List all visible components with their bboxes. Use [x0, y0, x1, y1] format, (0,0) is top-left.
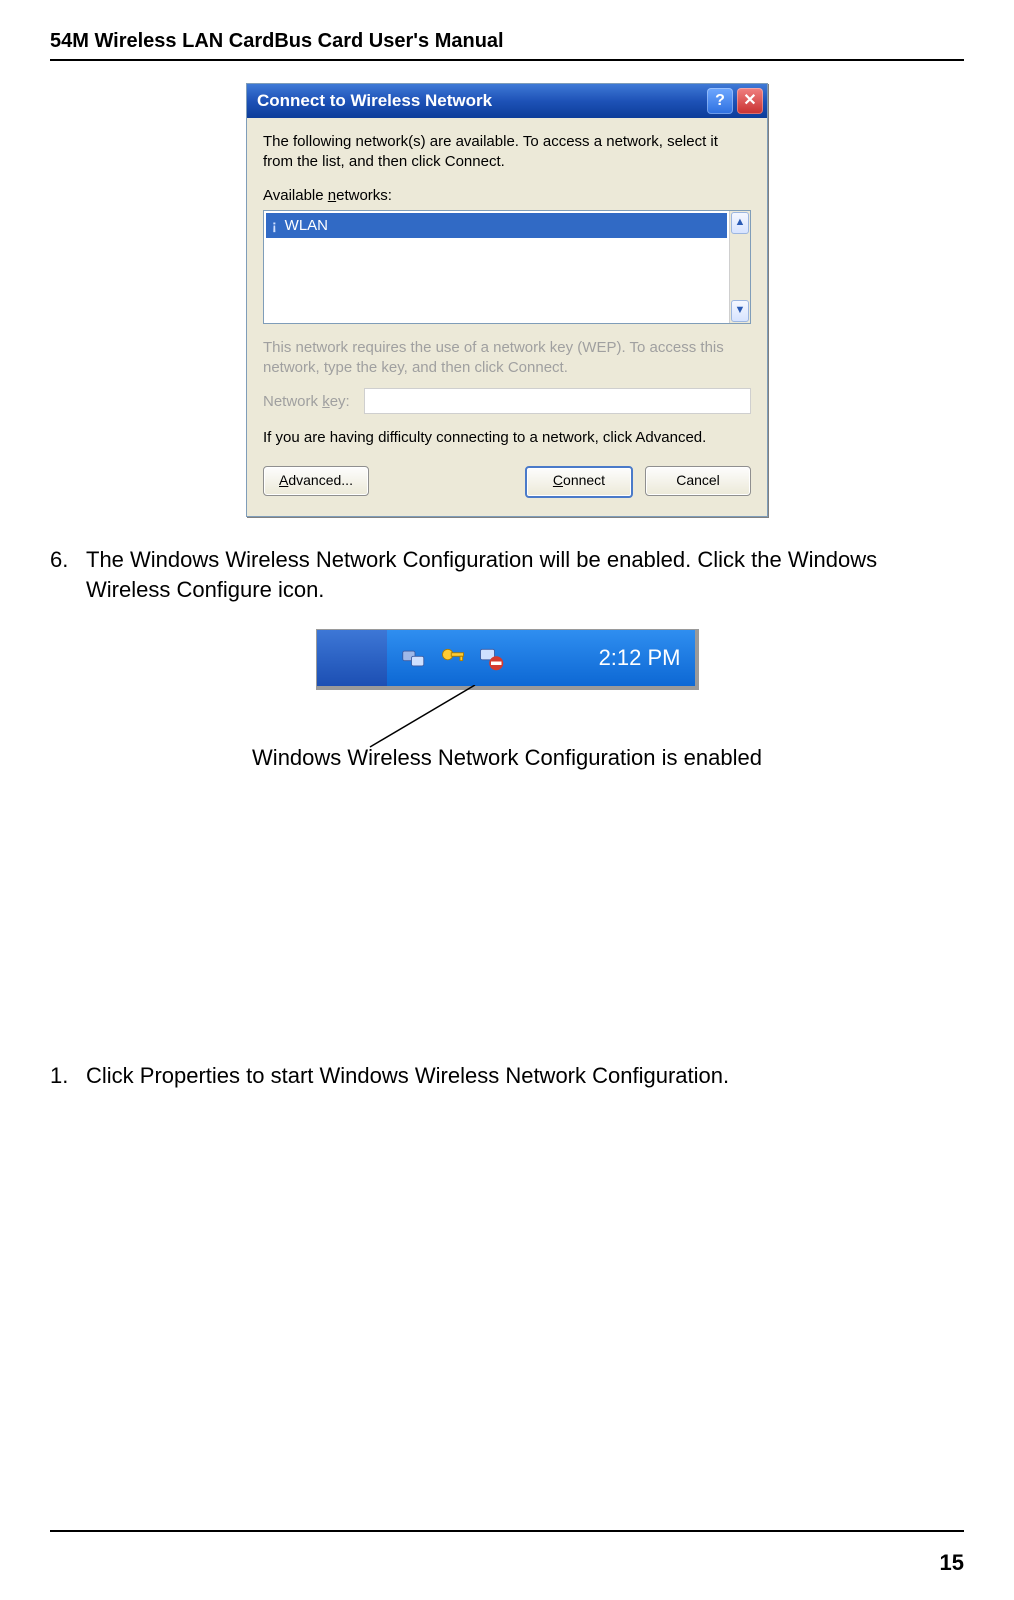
step-6-text: The Windows Wireless Network Configurati…: [86, 545, 964, 604]
taskbar-screenshot: 2:12 PM: [316, 629, 699, 690]
difficulty-text: If you are having difficulty connecting …: [263, 428, 751, 448]
connect-wireless-dialog: Connect to Wireless Network ? ✕ The foll…: [246, 83, 768, 517]
dialog-title: Connect to Wireless Network: [257, 91, 703, 111]
available-networks-list[interactable]: ¡ WLAN ▲ ▼: [263, 210, 751, 324]
system-tray: 2:12 PM: [387, 630, 695, 686]
footer-rule: [50, 1530, 964, 1532]
network-key-label: Network key:: [263, 393, 350, 410]
taskbar-left: [317, 630, 387, 686]
wireless-disabled-icon: [477, 644, 505, 672]
step-1-number: 1.: [50, 1061, 76, 1091]
pointer-line: [50, 691, 964, 749]
connect-button[interactable]: Connect: [525, 466, 633, 498]
network-list-item[interactable]: ¡ WLAN: [266, 213, 727, 238]
available-networks-label: Available networks:: [263, 187, 751, 204]
security-keys-icon: [439, 644, 467, 672]
step-1-text: Click Properties to start Windows Wirele…: [86, 1061, 964, 1091]
dialog-titlebar: Connect to Wireless Network ? ✕: [247, 84, 767, 118]
close-button[interactable]: ✕: [737, 88, 763, 114]
advanced-button[interactable]: Advanced...: [263, 466, 369, 496]
step-6: 6. The Windows Wireless Network Configur…: [50, 545, 964, 604]
page-number: 15: [940, 1550, 964, 1576]
list-scrollbar[interactable]: ▲ ▼: [729, 211, 750, 323]
dialog-intro-text: The following network(s) are available. …: [263, 132, 751, 173]
page-header-title: 54M Wireless LAN CardBus Card User's Man…: [50, 30, 964, 53]
taskbar-clock: 2:12 PM: [599, 645, 681, 671]
scroll-down-button[interactable]: ▼: [731, 300, 749, 322]
header-rule: [50, 59, 964, 61]
network-monitors-icon: [401, 644, 429, 672]
wep-note: This network requires the use of a netwo…: [263, 338, 751, 379]
scroll-track[interactable]: [730, 235, 750, 299]
step-6-number: 6.: [50, 545, 76, 604]
cancel-button[interactable]: Cancel: [645, 466, 751, 496]
help-button[interactable]: ?: [707, 88, 733, 114]
network-key-input[interactable]: [364, 388, 751, 414]
scroll-up-button[interactable]: ▲: [731, 212, 749, 234]
antenna-icon: ¡: [272, 217, 277, 233]
step-1: 1. Click Properties to start Windows Wir…: [50, 1061, 964, 1091]
network-ssid: WLAN: [285, 217, 328, 234]
